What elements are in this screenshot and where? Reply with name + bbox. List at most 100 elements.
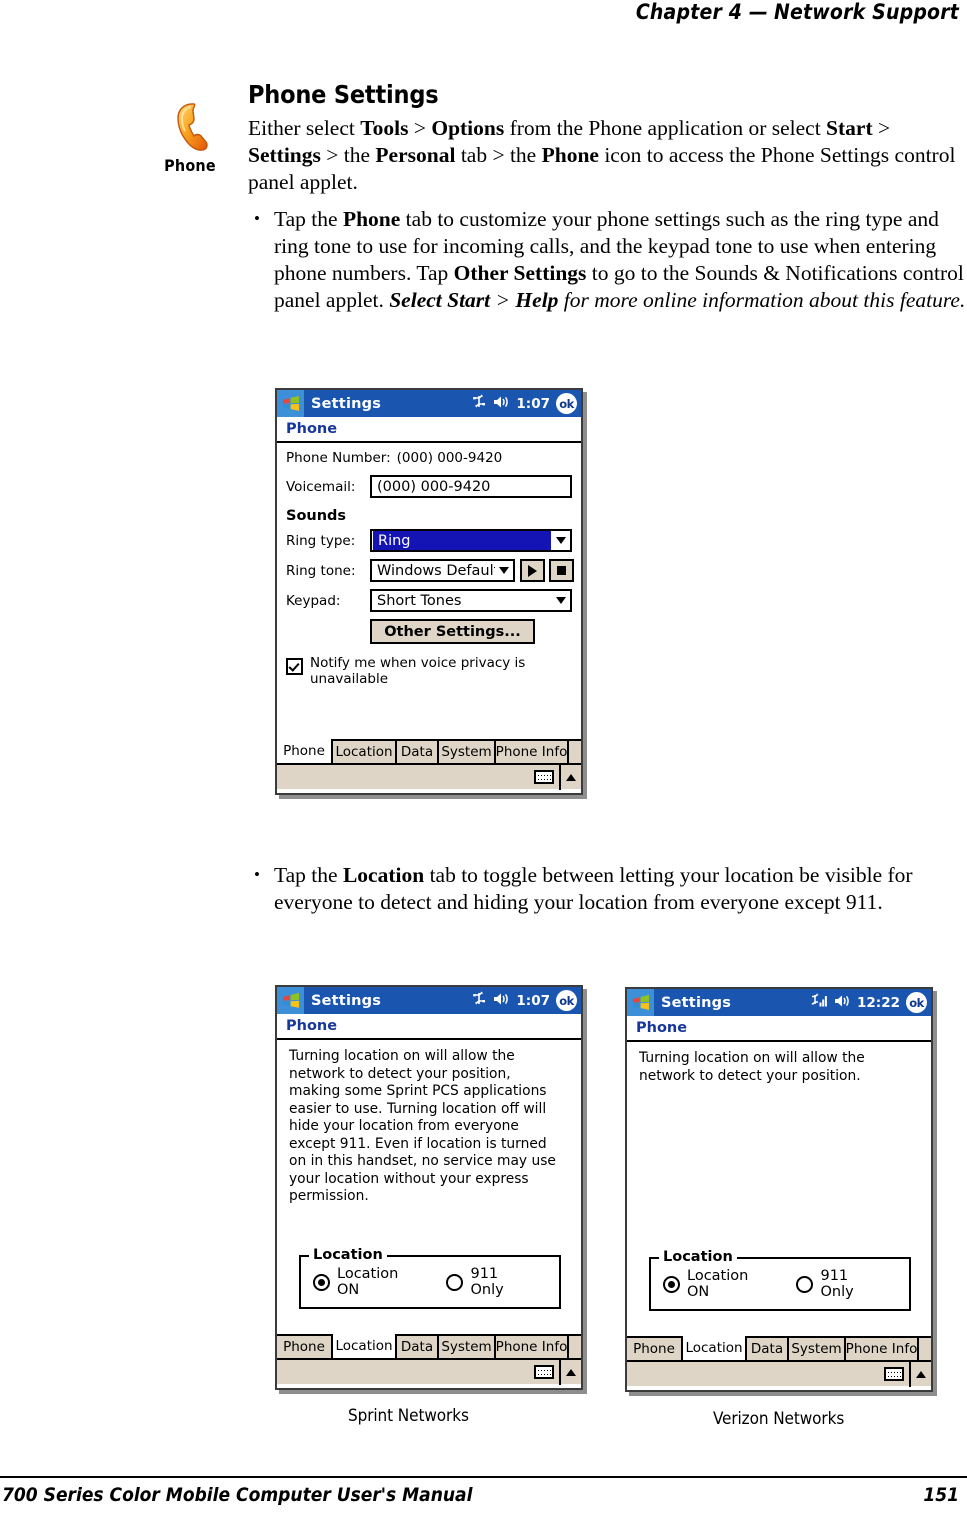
tab-data[interactable]: Data [747,1336,789,1360]
chevron-up-icon[interactable] [566,1368,576,1376]
speaker-icon[interactable] [493,394,510,413]
voicemail-row: Voicemail: (000) 000-9420 [286,475,572,498]
voice-privacy-checkbox[interactable] [286,658,303,675]
main-content: Phone Settings Either select Tools > Opt… [248,80,967,322]
location-groupbox: Location Location ON 911 Only [649,1249,911,1311]
b2-text-1: Tap the [274,863,343,887]
ok-button[interactable]: ok [556,393,577,414]
statusbar [627,1360,931,1387]
chevron-down-icon[interactable] [495,567,513,574]
tab-data[interactable]: Data [397,1334,439,1358]
signal-bars-icon[interactable] [810,993,828,1012]
keyboard-icon[interactable] [534,1365,554,1379]
other-settings-button[interactable]: Other Settings... [370,619,535,644]
intro-text-1: Either select [248,116,361,140]
windows-flag-icon[interactable] [277,390,304,417]
voice-privacy-checkbox-row[interactable]: Notify me when voice privacy is unavaila… [286,655,572,687]
tab-phone-info[interactable]: Phone Info [496,1334,569,1358]
titlebar-clock: 12:22 [857,994,900,1011]
bullet-list-1: Tap the Phone tab to customize your phon… [248,205,967,314]
intro-settings: Settings [248,143,321,167]
play-icon [528,564,537,577]
radio-911-only-label: 911 Only [470,1266,504,1298]
ring-tone-value: Windows Default [377,562,495,579]
b1-italic-sep: > [490,288,516,312]
titlebar-app-name: Settings [661,994,732,1011]
radio-911-only[interactable] [446,1273,464,1291]
chevron-up-icon[interactable] [566,773,576,781]
tab-location[interactable]: Location [333,1334,397,1358]
intro-sep-1: > [408,116,432,140]
page-header: Chapter 4 — Network Support [0,0,967,26]
subtitle-text: Phone [636,1020,688,1036]
keyboard-icon[interactable] [884,1367,904,1381]
tab-system[interactable]: System [439,1334,496,1358]
b1-bold-other-settings: Other Settings [453,261,587,285]
chevron-down-icon[interactable] [552,537,570,544]
screenshot-phone-shadow-right [583,392,587,799]
tabstrip: Phone Location Data System Phone Info [627,1336,931,1360]
titlebar: Settings 1:07 ok [277,987,581,1014]
tab-system[interactable]: System [439,739,496,763]
location-radio-row: Location ON 911 Only [651,1259,909,1309]
radio-911-only[interactable] [796,1275,814,1293]
stop-button[interactable] [549,559,574,582]
chevron-up-icon[interactable] [916,1370,926,1378]
ring-tone-select[interactable]: Windows Default [370,559,515,582]
page-footer: 700 Series Color Mobile Computer User's … [0,1484,967,1514]
statusbar-divider [909,1361,911,1387]
keyboard-icon[interactable] [534,770,554,784]
tab-phone[interactable]: Phone [277,739,333,763]
ring-type-label: Ring type: [286,532,356,549]
titlebar-app-name: Settings [311,992,382,1009]
ok-button[interactable]: ok [556,990,577,1011]
tab-phone-info[interactable]: Phone Info [846,1336,919,1360]
tabstrip: Phone Location Data System Phone Info [277,1334,581,1358]
location-description-text: Turning location on will allow the netwo… [289,1048,556,1204]
radio-location-on-label: Location ON [687,1268,749,1300]
intro-text-2: from the Phone application or select [504,116,827,140]
screenshot-verizon-shadow-right [933,991,937,1396]
windows-flag-icon[interactable] [627,989,654,1016]
statusbar-divider [559,764,561,790]
phone-icon-caption: Phone [164,156,216,175]
chevron-down-icon[interactable] [552,597,570,604]
tab-phone-info[interactable]: Phone Info [496,739,569,763]
ring-type-value: Ring [373,531,551,550]
tabstrip-filler [569,1334,581,1358]
radio-location-on-label: Location ON [337,1266,399,1298]
ok-button[interactable]: ok [906,992,927,1013]
location-groupbox-title: Location [309,1247,387,1263]
phone-icon [164,98,216,154]
radio-location-on[interactable] [313,1273,330,1291]
screenshot-phone-shadow [279,795,587,799]
windows-flag-icon[interactable] [277,987,304,1014]
b1-text-1: Tap the [274,207,343,231]
page-title: Phone Settings [248,80,439,109]
screenshot-sprint-shadow [279,1390,587,1394]
screenshot-phone-settings: Settings 1:07 ok Phone Phone Number: (00… [275,388,583,795]
radio-location-on[interactable] [663,1275,680,1293]
stop-icon [557,566,566,575]
intro-paragraph: Either select Tools > Options from the P… [248,115,967,196]
tab-location[interactable]: Location [683,1336,747,1360]
tab-location[interactable]: Location [333,739,397,763]
intro-start: Start [826,116,873,140]
play-button[interactable] [520,559,545,582]
ring-type-select[interactable]: Ring [370,529,572,552]
keypad-select[interactable]: Short Tones [370,589,572,612]
tab-data[interactable]: Data [397,739,439,763]
speaker-icon[interactable] [493,991,510,1010]
footer-divider [0,1476,967,1478]
voicemail-input[interactable]: (000) 000-9420 [370,475,572,498]
voicemail-label: Voicemail: [286,478,356,495]
connectivity-icon[interactable] [472,394,487,413]
connectivity-icon[interactable] [472,991,487,1010]
tab-phone[interactable]: Phone [627,1336,683,1360]
tab-system[interactable]: System [789,1336,846,1360]
intro-phone: Phone [541,143,599,167]
tab-phone[interactable]: Phone [277,1334,333,1358]
location-description-text: Turning location on will allow the netwo… [639,1050,865,1084]
b1-bold-phone: Phone [342,207,401,231]
speaker-icon[interactable] [834,993,851,1012]
